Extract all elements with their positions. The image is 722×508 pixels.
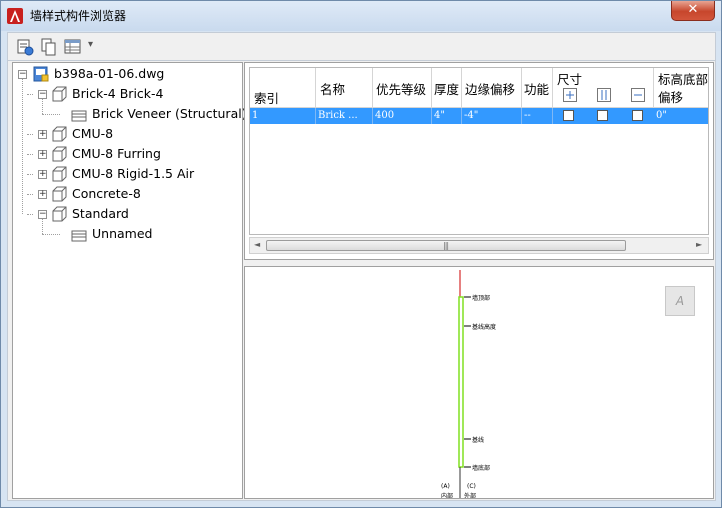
tree-item-style[interactable]: + CMU-8 Rigid-1.5 Air — [13, 164, 241, 184]
tree-item-label: Brick-4 Brick-4 — [72, 86, 164, 101]
expand-icon[interactable]: + — [38, 190, 47, 199]
view-mode-dropdown-icon[interactable]: ▾ — [88, 39, 98, 57]
tree-item-label: CMU-8 Furring — [72, 146, 161, 161]
label-outside: 外部 — [464, 493, 477, 499]
table-row[interactable]: 1 Brick ... 400 4" -4" -- 0" — [250, 108, 708, 124]
tree-item-drawing[interactable]: − b398a-01-06.dwg — [13, 64, 241, 84]
tree-item-style[interactable]: + Concrete-8 — [13, 184, 241, 204]
column-header-label: 优先等级 — [376, 82, 427, 97]
column-header-edge-offset[interactable]: 边缘偏移 — [462, 68, 522, 108]
column-header-label: 尺寸 — [557, 72, 583, 87]
tree-item-label: Unnamed — [92, 226, 153, 241]
scrollbar-thumb[interactable]: ||| — [266, 240, 626, 251]
view-mode-icon[interactable] — [64, 38, 82, 56]
tree-item-component[interactable]: Unnamed — [13, 224, 241, 244]
scroll-grip-icon: ||| — [443, 241, 449, 250]
components-grid[interactable]: 索引 名称 优先等级 厚度 边缘偏移 功能 尺寸 标高底部 偏移 1 Brick… — [249, 67, 709, 235]
tree-item-label: Standard — [72, 206, 129, 221]
label-wall-top: 墙顶部 — [472, 295, 491, 302]
tree-item-label: Concrete-8 — [72, 186, 141, 201]
component-browser-window: 墙样式构件浏览器 ✕ ▾ − b398a-01-06.dwg − Brick-4… — [0, 0, 722, 508]
label-marker-c: (C) — [467, 483, 476, 490]
component-icon — [71, 228, 87, 248]
label-baseline: 基线 — [472, 437, 485, 444]
cell-priority[interactable]: 400 — [373, 108, 432, 124]
cell-name[interactable]: Brick ... — [316, 108, 373, 124]
tree-item-style[interactable]: − Brick-4 Brick-4 — [13, 84, 241, 104]
label-inside: 内部 — [441, 493, 454, 499]
dimension-center-icon[interactable] — [597, 88, 611, 105]
title-bar: 墙样式构件浏览器 ✕ — [1, 1, 721, 31]
column-header-index[interactable]: 索引 — [250, 68, 316, 108]
close-icon: ✕ — [687, 2, 699, 17]
close-button[interactable]: ✕ — [671, 1, 715, 21]
collapse-icon[interactable]: − — [18, 70, 27, 79]
cell-edge-offset[interactable]: -4" — [462, 108, 522, 124]
tree-item-style[interactable]: − Standard — [13, 204, 241, 224]
label-wall-bottom: 墙底部 — [472, 465, 491, 472]
cell-thickness[interactable]: 4" — [432, 108, 462, 124]
collapse-icon[interactable]: − — [38, 90, 47, 99]
content-area: − b398a-01-06.dwg − Brick-4 Brick-4 Bric… — [7, 60, 716, 501]
preview-options-button[interactable]: A — [665, 286, 695, 316]
tree-item-label: CMU-8 — [72, 126, 114, 141]
edit-style-icon[interactable] — [16, 38, 34, 56]
tree-item-label: b398a-01-06.dwg — [54, 66, 165, 81]
column-header-label: 名称 — [320, 82, 346, 97]
dimension-center-checkbox[interactable] — [597, 110, 608, 121]
style-tree[interactable]: − b398a-01-06.dwg − Brick-4 Brick-4 Bric… — [12, 62, 247, 499]
expand-icon[interactable]: + — [38, 150, 47, 159]
cell-bottom-elevation[interactable]: 0" — [654, 108, 708, 124]
column-header-dimension[interactable]: 尺寸 — [553, 68, 654, 108]
tree-item-style[interactable]: + CMU-8 — [13, 124, 241, 144]
autocad-app-icon — [7, 8, 23, 24]
dimension-right-checkbox[interactable] — [632, 110, 643, 121]
dimension-left-checkbox[interactable] — [563, 110, 574, 121]
column-header-label: 标高底部 — [658, 72, 709, 87]
column-header-label: 功能 — [524, 82, 550, 97]
dimension-left-icon[interactable] — [563, 88, 577, 105]
wall-preview: 墙顶部 基线高度 基线 墙底部 (A) (C) 内部 外部 A — [244, 266, 714, 499]
cell-index[interactable]: 1 — [250, 108, 316, 124]
tree-item-style[interactable]: + CMU-8 Furring — [13, 144, 241, 164]
tree-item-component[interactable]: Brick Veneer (Structural) — [13, 104, 247, 124]
tree-item-label: CMU-8 Rigid-1.5 Air — [72, 166, 195, 181]
label-marker-a: (A) — [441, 483, 450, 490]
column-header-name[interactable]: 名称 — [316, 68, 373, 108]
tree-item-label: Brick Veneer (Structural) — [92, 106, 247, 121]
text-style-icon: A — [675, 294, 685, 308]
column-header-label: 边缘偏移 — [465, 82, 516, 97]
label-base-height: 基线高度 — [472, 324, 497, 331]
horizontal-scrollbar[interactable]: ◄ ||| ► — [249, 237, 709, 254]
components-grid-panel: 索引 名称 优先等级 厚度 边缘偏移 功能 尺寸 标高底部 偏移 1 Brick… — [244, 62, 714, 260]
window-title: 墙样式构件浏览器 — [30, 9, 127, 23]
dimension-right-icon[interactable] — [631, 88, 645, 105]
copy-style-icon[interactable] — [40, 38, 58, 56]
expand-icon[interactable]: + — [38, 170, 47, 179]
column-header-bottom-elevation[interactable]: 标高底部 偏移 — [654, 68, 709, 108]
scroll-left-icon[interactable]: ◄ — [254, 240, 260, 249]
column-header-label: 厚度 — [434, 82, 460, 97]
cell-function[interactable]: -- — [522, 108, 553, 124]
column-header-thickness[interactable]: 厚度 — [432, 68, 462, 108]
scroll-right-icon[interactable]: ► — [696, 240, 702, 249]
column-header-label: 索引 — [254, 91, 280, 106]
expand-icon[interactable]: + — [38, 130, 47, 139]
toolbar: ▾ — [7, 32, 716, 60]
column-header-label: 偏移 — [658, 90, 684, 105]
collapse-icon[interactable]: − — [38, 210, 47, 219]
column-header-priority[interactable]: 优先等级 — [373, 68, 432, 108]
column-header-function[interactable]: 功能 — [522, 68, 553, 108]
